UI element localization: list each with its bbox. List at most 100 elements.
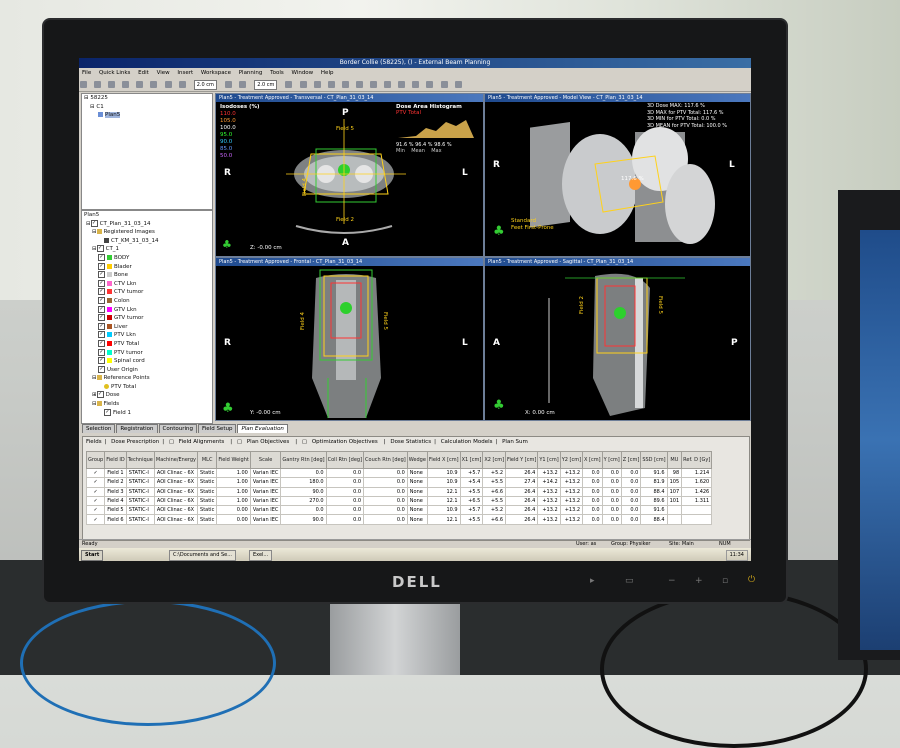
structure-item[interactable]: ✓ CTV tumor xyxy=(82,288,212,297)
pointer-icon[interactable] xyxy=(80,81,87,88)
tab-plan-evaluation[interactable]: Plan Evaluation xyxy=(237,424,288,433)
zoom-icon[interactable] xyxy=(94,81,102,88)
window-level-icon[interactable] xyxy=(122,81,130,88)
grid-icon[interactable] xyxy=(285,81,293,88)
group-checkbox[interactable]: ✓ xyxy=(85,514,106,525)
tree-item[interactable]: ⊟ 58225 xyxy=(82,94,212,103)
group-checkbox[interactable]: ✓ xyxy=(85,467,106,479)
column-header[interactable]: Coll Rtn [deg] xyxy=(325,451,365,469)
tab-dose-statistics[interactable]: Dose Statistics xyxy=(390,439,431,445)
tab-calculation-models[interactable]: Calculation Models xyxy=(441,439,493,445)
tab-field-setup[interactable]: Field Setup xyxy=(198,424,237,433)
start-button[interactable]: Start xyxy=(81,550,104,561)
column-header[interactable]: Z [cm] xyxy=(620,451,642,469)
viewport-model[interactable]: Plan5 - Treatment Approved - Model View … xyxy=(484,93,751,257)
print-icon[interactable] xyxy=(454,81,462,88)
screen-icon[interactable] xyxy=(440,81,448,88)
checkbox[interactable]: ✓ xyxy=(98,253,105,261)
structure-item[interactable]: ✓ GTV tumor xyxy=(82,314,212,323)
menu-window[interactable]: Window xyxy=(291,70,313,76)
tree-item[interactable]: ⊟ Registered Images xyxy=(82,228,212,237)
plus-icon[interactable]: + xyxy=(695,576,703,586)
tab-registration[interactable]: Registration xyxy=(116,424,158,433)
column-header[interactable]: X2 [cm] xyxy=(482,451,507,469)
group-checkbox[interactable]: ✓ xyxy=(85,486,106,497)
power-icon[interactable]: ⏻ xyxy=(748,575,755,585)
copy-icon[interactable] xyxy=(355,81,363,88)
tree-item[interactable]: Plan5 xyxy=(82,111,212,120)
beam-icon[interactable] xyxy=(299,81,307,88)
column-header[interactable]: Machine/Energy xyxy=(153,451,199,469)
checkbox[interactable]: ✓ xyxy=(98,305,105,313)
tree-item[interactable]: ✓ User Origin xyxy=(82,365,212,375)
viewport-transversal[interactable]: Plan5 - Treatment Approved - Transversal… xyxy=(215,93,484,257)
menu-tools[interactable]: Tools xyxy=(270,70,284,76)
isocenter-icon[interactable] xyxy=(327,81,335,88)
tree-item[interactable]: ⊟ Reference Points xyxy=(82,374,212,383)
tree-item[interactable]: ⊟✓ CT_1 xyxy=(82,245,212,254)
tree-item[interactable]: ⊟ C1 xyxy=(82,103,212,112)
tab-optimization-objectives[interactable]: ▢ Optimization Objectives xyxy=(302,439,381,445)
viewport-frontal[interactable]: Plan5 - Treatment Approved - Frontal - C… xyxy=(215,257,484,421)
arrow-icon[interactable] xyxy=(225,81,233,88)
tab-plan-objectives[interactable]: ▢ Plan Objectives xyxy=(237,439,292,445)
tab-plan-sum[interactable]: Plan Sum xyxy=(502,439,528,445)
structure-item[interactable]: ✓ GTV Lkn xyxy=(82,305,212,315)
structure-item[interactable]: ✓ PTV tumor xyxy=(82,348,212,358)
menu-workspace[interactable]: Workspace xyxy=(201,70,231,76)
tree-item[interactable]: ✓ Field 1 xyxy=(82,408,212,418)
table-row[interactable]: ✓ Field 3 STATIC-I AOI Clinac - 6X Static 1.0… xyxy=(85,486,713,497)
point-icon[interactable] xyxy=(178,81,186,88)
checkbox[interactable]: ✓ xyxy=(98,322,105,330)
contour-icon[interactable] xyxy=(164,81,172,88)
pan-icon[interactable] xyxy=(108,81,116,88)
menu-view[interactable]: View xyxy=(157,70,170,76)
tab-dose-prescription[interactable]: Dose Prescription xyxy=(111,439,159,445)
structure-item[interactable]: ✓ Spinal cord xyxy=(82,357,212,366)
tree-item[interactable]: ⊟✓ CT_Plan_31_03_14 xyxy=(82,219,212,229)
checkbox[interactable]: ✓ xyxy=(98,348,105,356)
checkbox[interactable]: ✓ xyxy=(98,271,105,279)
tab-selection[interactable]: Selection xyxy=(82,424,116,433)
checkbox[interactable]: ✓ xyxy=(98,296,105,304)
checkbox[interactable]: ✓ xyxy=(96,245,104,253)
column-header[interactable]: Group xyxy=(85,451,106,469)
column-header[interactable]: Field Y [cm] xyxy=(505,451,539,469)
group-checkbox[interactable]: ✓ xyxy=(85,505,106,516)
menu-insert[interactable]: Insert xyxy=(177,70,193,76)
column-header[interactable]: Couch Rtn [deg] xyxy=(363,451,408,469)
structure-item[interactable]: ✓ Liver xyxy=(82,322,212,332)
checkbox[interactable]: ✓ xyxy=(98,365,105,373)
measure-icon[interactable] xyxy=(136,81,144,88)
checkbox[interactable]: ✓ xyxy=(98,339,105,347)
zoom1-field[interactable]: 2.0 cm xyxy=(193,80,217,90)
auto-icon[interactable]: ▫ xyxy=(722,576,728,586)
color-icon[interactable] xyxy=(426,81,434,88)
rotate-icon[interactable] xyxy=(150,81,158,88)
input-icon[interactable]: ▸ xyxy=(590,576,595,586)
column-header[interactable]: Field X [cm] xyxy=(426,451,461,469)
menu-help[interactable]: Help xyxy=(321,70,334,76)
column-header[interactable]: MU xyxy=(666,451,683,469)
structure-item[interactable]: ✓ BODY xyxy=(82,253,212,263)
column-header[interactable]: Ref. D [Gy] xyxy=(681,451,713,469)
tree-item[interactable]: ⊟ Fields xyxy=(82,400,212,409)
layout-icon[interactable] xyxy=(412,81,420,88)
column-header[interactable]: Y1 [cm] xyxy=(537,451,561,469)
column-header[interactable]: SSD [cm] xyxy=(640,451,668,469)
column-header[interactable]: Y2 [cm] xyxy=(559,451,584,469)
structure-item[interactable]: ✓ Bone xyxy=(82,271,212,280)
column-header[interactable]: MLC xyxy=(197,451,218,469)
tab-field-alignments[interactable]: ▢ Field Alignments xyxy=(169,439,227,445)
checkbox[interactable]: ✓ xyxy=(98,288,105,296)
checkbox[interactable]: ✓ xyxy=(98,314,105,322)
checkbox[interactable]: ✓ xyxy=(90,219,98,227)
column-header[interactable]: Field Weight xyxy=(216,451,251,469)
align-icon[interactable] xyxy=(341,81,349,88)
dose-icon[interactable] xyxy=(384,81,392,88)
group-checkbox[interactable]: ✓ xyxy=(85,477,106,488)
structure-item[interactable]: ✓ Blader xyxy=(82,262,212,272)
dvh-icon[interactable] xyxy=(398,81,406,88)
menu-icon[interactable]: ▭ xyxy=(625,576,634,586)
menu-file[interactable]: File xyxy=(82,70,91,76)
